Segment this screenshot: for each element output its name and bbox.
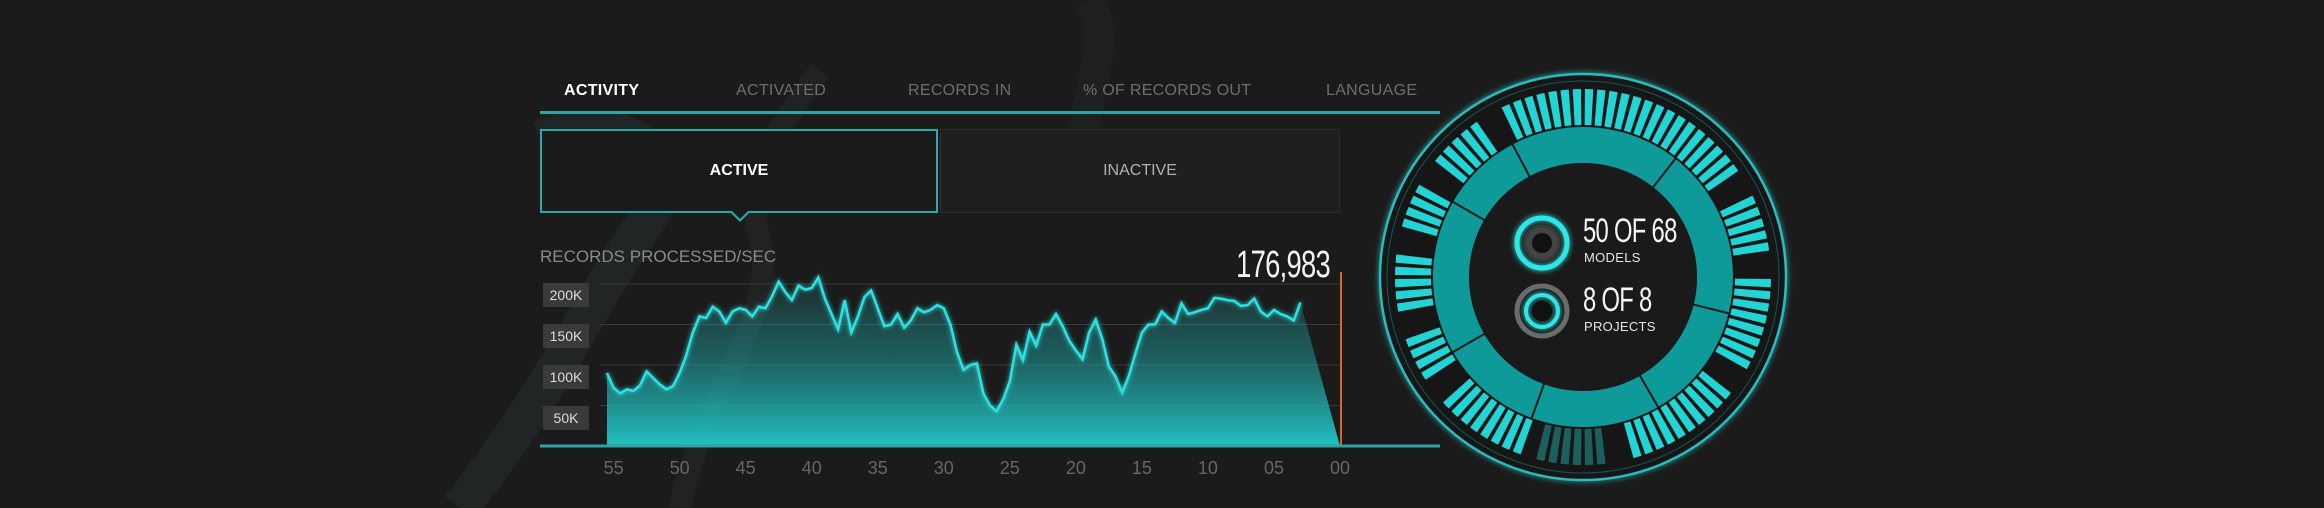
active-toggle-label: ACTIVE [709, 162, 769, 179]
y-tick-label: 150K [543, 324, 589, 348]
chart-area [607, 277, 1340, 446]
x-tick-label: 45 [735, 458, 756, 478]
x-tick-label: 25 [999, 458, 1020, 478]
chart-title: RECORDS PROCESSED/SEC [540, 247, 777, 266]
projects-ring-icon [1514, 283, 1570, 339]
x-tick-label: 40 [801, 458, 822, 478]
tab-activity[interactable]: ACTIVITY [564, 82, 639, 100]
projects-label: PROJECTS [1584, 319, 1656, 334]
x-tick-label: 50 [669, 458, 690, 478]
tab-underline [540, 111, 1440, 114]
records-chart [540, 272, 1440, 448]
tab-records-in[interactable]: RECORDS IN [908, 82, 1011, 100]
x-tick-label: 55 [603, 458, 624, 478]
models-label: MODELS [1584, 250, 1641, 265]
y-tick-label: 50K [543, 406, 589, 430]
x-tick-label: 10 [1197, 458, 1218, 478]
x-tick-label: 35 [867, 458, 888, 478]
models-ring-icon [1514, 215, 1570, 271]
x-tick-label: 15 [1131, 458, 1152, 478]
y-tick-label: 200K [543, 283, 589, 307]
inactive-toggle-label: INACTIVE [1103, 162, 1177, 179]
ring-center [1469, 163, 1697, 391]
active-toggle-button[interactable]: ACTIVE [540, 129, 938, 213]
projects-count: 8 OF 8 [1583, 281, 1652, 319]
tab-percent-records-out[interactable]: % OF RECORDS OUT [1083, 82, 1251, 100]
x-tick-label: 20 [1065, 458, 1086, 478]
models-count: 50 OF 68 [1583, 212, 1677, 250]
inactive-toggle-button[interactable]: INACTIVE [940, 129, 1340, 213]
x-tick-label: 00 [1329, 458, 1351, 478]
ring-gauge [1378, 72, 1788, 482]
tab-activated[interactable]: ACTIVATED [736, 82, 826, 100]
x-tick-label: 30 [933, 458, 954, 478]
y-tick-label: 100K [543, 365, 589, 389]
toggle-pointer-fill [731, 210, 749, 219]
x-tick-label: 05 [1263, 458, 1284, 478]
